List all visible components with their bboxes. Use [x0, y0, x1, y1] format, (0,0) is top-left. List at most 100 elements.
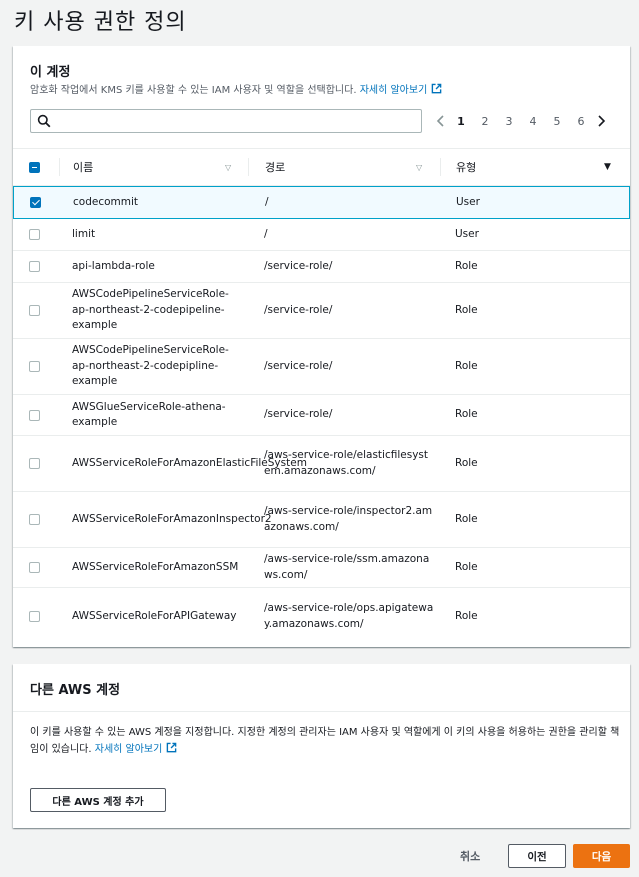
table-row[interactable]: AWSCodePipelineServiceRole-ap-northeast-…	[13, 283, 630, 339]
row-type: Role	[455, 303, 478, 316]
sort-icon: ▼	[604, 162, 611, 172]
learn-more-label: 자세히 알아보기	[94, 744, 163, 755]
sort-icon: ▽	[416, 162, 423, 172]
table-row[interactable]: api-lambda-role /service-role/ Role	[13, 251, 630, 283]
column-divider	[248, 158, 249, 176]
row-type: Role	[455, 560, 478, 573]
panel-header: 다른 AWS 계정	[13, 664, 630, 712]
row-name: limit	[72, 227, 96, 240]
page-title: 키 사용 권한 정의	[14, 10, 187, 35]
column-divider	[440, 158, 441, 176]
row-type: User	[456, 195, 480, 208]
table-row[interactable]: codecommit / User	[13, 186, 630, 219]
search-box	[30, 109, 422, 133]
select-all-cell	[29, 149, 40, 185]
row-checkbox[interactable]	[29, 562, 40, 573]
page-6-link[interactable]: 6	[569, 115, 593, 128]
row-path: /service-role/	[264, 259, 333, 272]
row-path: /aws-service-role/ops.apigateway.amazona…	[264, 602, 434, 630]
table-body: codecommit / User limit / User api-lambd…	[13, 186, 630, 645]
search-icon	[37, 114, 51, 128]
row-path: /	[265, 195, 269, 208]
row-checkbox[interactable]	[29, 305, 40, 316]
page-4-link[interactable]: 4	[521, 115, 545, 128]
panel-title: 다른 AWS 계정	[30, 683, 121, 698]
learn-more-link[interactable]: 자세히 알아보기	[359, 83, 443, 96]
row-type: Role	[455, 359, 478, 372]
row-name: api-lambda-role	[72, 259, 155, 272]
column-divider	[59, 158, 60, 176]
row-type: User	[455, 227, 479, 240]
row-check-cell	[29, 283, 40, 338]
table-row[interactable]: AWSGlueServiceRole-athena-example /servi…	[13, 395, 630, 436]
page-3-link[interactable]: 3	[497, 115, 521, 128]
row-type: Role	[455, 408, 478, 421]
row-path: /service-role/	[264, 408, 333, 421]
column-path-label: 경로	[265, 161, 286, 174]
row-check-cell	[29, 548, 40, 587]
cancel-button[interactable]: 취소	[460, 848, 480, 864]
chevron-right-icon[interactable]	[593, 113, 609, 129]
row-checkbox[interactable]	[29, 611, 40, 622]
pagination: 1 2 3 4 5 6	[433, 109, 609, 133]
row-checkbox[interactable]	[29, 514, 40, 525]
row-name: AWSGlueServiceRole-athena-example	[72, 400, 226, 429]
row-type: Role	[455, 609, 478, 622]
column-type-label: 유형	[456, 161, 477, 174]
row-checkbox[interactable]	[29, 229, 40, 240]
panel-description: 이 키를 사용할 수 있는 AWS 계정을 지정합니다. 지정한 계정의 관리자…	[30, 724, 620, 758]
row-path: /	[264, 227, 268, 240]
row-checkbox[interactable]	[29, 409, 40, 421]
row-name: AWSCodePipelineServiceRole-ap-northeast-…	[72, 288, 229, 332]
page-5-link[interactable]: 5	[545, 115, 569, 128]
row-name: AWSServiceRoleForAPIGateway	[72, 609, 237, 622]
external-link-icon	[167, 742, 177, 753]
row-check-cell	[29, 492, 40, 547]
row-checkbox[interactable]	[29, 361, 40, 372]
page-1-link[interactable]: 1	[449, 115, 473, 128]
chevron-left-icon[interactable]	[433, 113, 449, 129]
next-button[interactable]: 다음	[573, 844, 630, 868]
row-check-cell	[29, 339, 40, 394]
table-row[interactable]: AWSServiceRoleForAmazonElasticFileSystem…	[13, 436, 630, 492]
add-other-account-button[interactable]: 다른 AWS 계정 추가	[30, 788, 166, 812]
row-name: AWSServiceRoleForAmazonElasticFileSystem	[72, 456, 307, 469]
table-row[interactable]: limit / User	[13, 219, 630, 251]
column-header-name[interactable]: 이름 ▽	[73, 149, 243, 185]
table-row[interactable]: AWSServiceRoleForAmazonInspector2 /aws-s…	[13, 492, 630, 548]
row-check-cell	[29, 395, 40, 435]
previous-button[interactable]: 이전	[508, 844, 566, 868]
row-type: Role	[455, 512, 478, 525]
learn-more-label: 자세히 알아보기	[359, 85, 428, 96]
table-row[interactable]: AWSServiceRoleForAPIGateway /aws-service…	[13, 588, 630, 645]
table-row[interactable]: AWSCodePipelineServiceRole-ap-northeast-…	[13, 339, 630, 395]
table-header: 이름 ▽ 경로 ▽ 유형 ▼	[13, 148, 630, 186]
row-path: /service-role/	[264, 359, 333, 372]
this-account-panel: 이 계정 암호화 작업에서 KMS 키를 사용할 수 있는 IAM 사용자 및 …	[13, 46, 630, 647]
row-path: /aws-service-role/ssm.amazonaws.com/	[264, 553, 430, 581]
row-checkbox[interactable]	[29, 458, 40, 469]
sort-icon: ▽	[225, 162, 232, 172]
panel-description: 암호화 작업에서 KMS 키를 사용할 수 있는 IAM 사용자 및 역할을 선…	[30, 81, 442, 96]
page-2-link[interactable]: 2	[473, 115, 497, 128]
search-input[interactable]	[57, 112, 417, 130]
column-header-type[interactable]: 유형 ▼	[456, 149, 616, 185]
column-name-label: 이름	[73, 161, 94, 174]
row-type: Role	[455, 259, 478, 272]
learn-more-link[interactable]: 자세히 알아보기	[94, 742, 178, 755]
column-header-path[interactable]: 경로 ▽	[265, 149, 435, 185]
row-path: /service-role/	[264, 303, 333, 316]
select-all-checkbox[interactable]	[29, 161, 40, 173]
users-roles-table: 이름 ▽ 경로 ▽ 유형 ▼ codecommit / User limit /…	[13, 148, 630, 645]
row-path: /aws-service-role/elasticfilesystem.amaz…	[264, 449, 428, 477]
row-checkbox[interactable]	[29, 261, 40, 272]
table-row[interactable]: AWSServiceRoleForAmazonSSM /aws-service-…	[13, 548, 630, 588]
row-check-cell	[29, 251, 40, 282]
other-aws-accounts-panel: 다른 AWS 계정 이 키를 사용할 수 있는 AWS 계정을 지정합니다. 지…	[13, 664, 630, 828]
panel-title: 이 계정	[30, 65, 71, 80]
row-name: AWSServiceRoleForAmazonInspector2	[72, 512, 272, 525]
row-check-cell	[29, 588, 40, 645]
description-text: 암호화 작업에서 KMS 키를 사용할 수 있는 IAM 사용자 및 역할을 선…	[30, 85, 357, 96]
external-link-icon	[431, 83, 442, 94]
row-checkbox[interactable]	[30, 197, 41, 208]
